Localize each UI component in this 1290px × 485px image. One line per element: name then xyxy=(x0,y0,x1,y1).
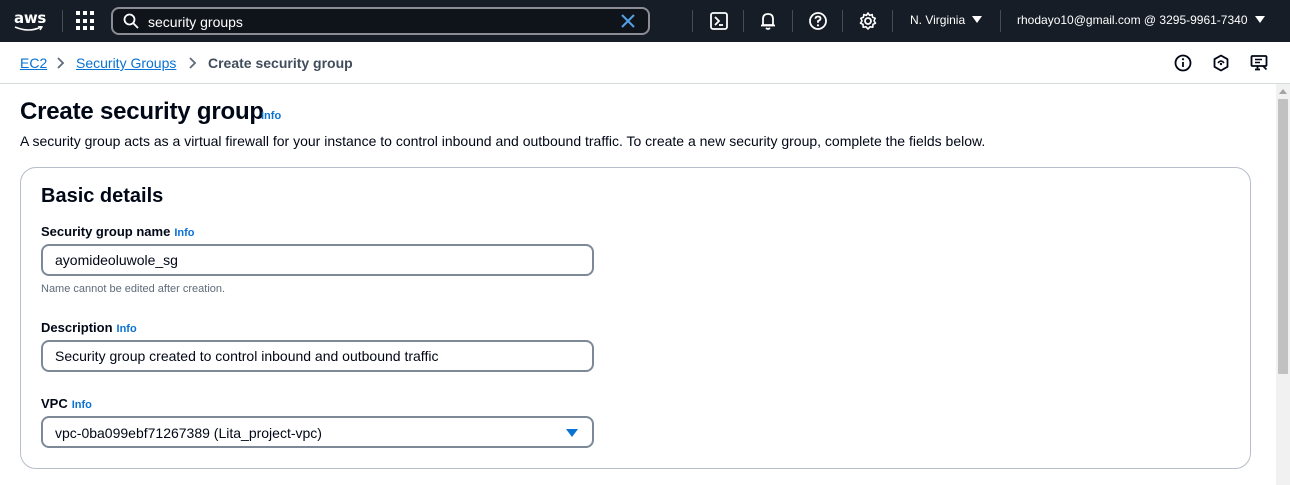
region-label: N. Virginia xyxy=(910,13,966,27)
feedback-icon[interactable] xyxy=(1250,54,1268,72)
page-title: Create security group xyxy=(20,98,264,125)
search-input[interactable] xyxy=(148,12,608,32)
breadcrumb-security-groups[interactable]: Security Groups xyxy=(76,55,176,71)
description-label: Description Info xyxy=(41,320,137,335)
nav-divider xyxy=(792,10,793,32)
description-input[interactable] xyxy=(41,340,594,372)
nav-divider xyxy=(1000,10,1001,32)
top-navigation: aws security groups N. Virginia rhodayo1… xyxy=(0,0,1290,42)
aws-smile-icon xyxy=(14,26,44,31)
page-description: A security group acts as a virtual firew… xyxy=(20,133,986,149)
search-icon xyxy=(123,13,139,29)
chevron-down-icon xyxy=(1254,16,1265,23)
search-box[interactable] xyxy=(111,7,650,35)
vpc-label: VPC Info xyxy=(41,396,92,411)
title-info-link[interactable]: Info xyxy=(261,110,281,122)
vpc-selected-value: vpc-0ba099ebf71267389 (Lita_project-vpc) xyxy=(55,425,322,441)
page-scrollbar[interactable] xyxy=(1276,84,1290,485)
chevron-down-icon xyxy=(566,429,578,437)
nav-divider xyxy=(743,10,744,32)
aws-logo-text: aws xyxy=(14,9,47,27)
security-group-name-label: Security group name Info xyxy=(41,224,195,239)
notifications-status-icon[interactable] xyxy=(1212,54,1230,72)
chevron-right-icon xyxy=(57,57,65,69)
description-info-link[interactable]: Info xyxy=(117,323,137,335)
region-selector[interactable]: N. Virginia xyxy=(910,13,983,27)
scroll-up-icon[interactable] xyxy=(1279,89,1287,94)
bell-icon[interactable] xyxy=(758,11,778,31)
vpc-info-link[interactable]: Info xyxy=(72,399,92,411)
nav-divider xyxy=(892,10,893,32)
gear-icon[interactable] xyxy=(858,11,878,31)
nav-divider xyxy=(842,10,843,32)
security-group-name-hint: Name cannot be edited after creation. xyxy=(41,283,226,295)
help-icon[interactable] xyxy=(808,11,828,31)
breadcrumb-ec2[interactable]: EC2 xyxy=(20,55,47,71)
security-group-name-info-link[interactable]: Info xyxy=(174,227,194,239)
aws-logo[interactable]: aws xyxy=(12,8,48,34)
apps-grid-icon[interactable] xyxy=(76,11,96,31)
nav-divider xyxy=(62,10,63,32)
scrollbar-thumb[interactable] xyxy=(1278,99,1288,374)
vpc-select[interactable]: vpc-0ba099ebf71267389 (Lita_project-vpc) xyxy=(41,416,594,448)
cloudshell-icon[interactable] xyxy=(709,11,729,31)
clear-icon[interactable] xyxy=(620,13,636,29)
basic-details-title: Basic details xyxy=(41,185,164,207)
account-label: rhodayo10@gmail.com @ 3295-9961-7340 xyxy=(1017,13,1248,27)
basic-details-panel: Basic details Security group nameInfo Na… xyxy=(20,167,1251,469)
chevron-right-icon xyxy=(189,57,197,69)
breadcrumb-current: Create security group xyxy=(208,55,353,71)
breadcrumb: EC2 Security Groups Create security grou… xyxy=(0,42,1290,84)
nav-divider xyxy=(692,10,693,32)
info-circle-icon[interactable] xyxy=(1174,54,1192,72)
security-group-name-input[interactable] xyxy=(41,244,594,276)
chevron-down-icon xyxy=(972,16,983,23)
account-menu[interactable]: rhodayo10@gmail.com @ 3295-9961-7340 xyxy=(1017,13,1265,27)
